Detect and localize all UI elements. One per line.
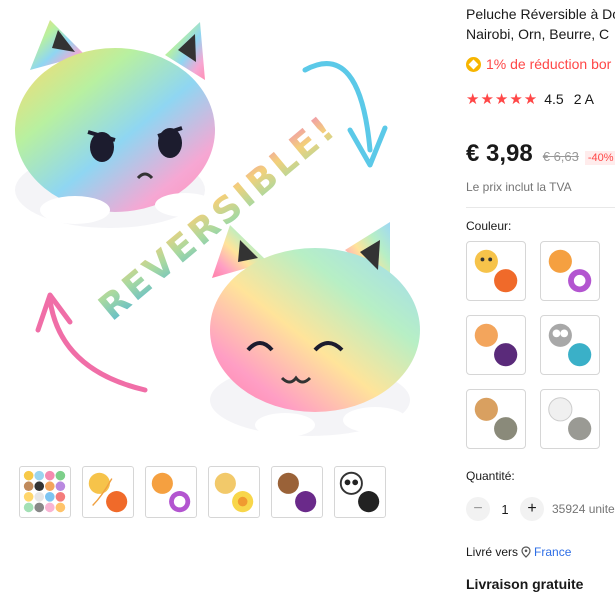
swatch-hedgehog-sloth[interactable] — [466, 389, 526, 449]
thumbnail-lion-duck[interactable] — [208, 466, 260, 518]
rating[interactable]: ★★★★★ 4.5 2 A — [466, 90, 594, 108]
swatch-lion-unicorn[interactable] — [540, 241, 600, 301]
quantity-stepper: − 1 + 35924 unite — [466, 497, 615, 521]
thumbnail-lion-unicorn[interactable] — [145, 466, 197, 518]
thumbnail-strip — [19, 466, 386, 518]
original-price: € 6,63 — [542, 149, 579, 164]
thumbnail-all-colors[interactable] — [19, 466, 71, 518]
free-delivery: Livraison gratuite — [466, 576, 584, 592]
rating-stars-icon: ★★★★★ — [466, 91, 539, 108]
main-product-image[interactable]: REVERSIBLE! — [0, 0, 450, 450]
product-title-line-1: Peluche Réversible à Do — [466, 6, 615, 22]
swatch-cat-wolf[interactable] — [466, 315, 526, 375]
decrease-quantity-button[interactable]: − — [466, 497, 490, 521]
product-title: Peluche Réversible à Do Nairobi, Orn, Be… — [466, 4, 615, 44]
discount-badge: -40% — [584, 151, 615, 165]
thumbnail-panda-black[interactable] — [334, 466, 386, 518]
product-title-line-2: Nairobi, Orn, Beurre, C — [466, 26, 610, 42]
happy-plush-icon — [210, 222, 420, 437]
promo-banner[interactable]: 1% de réduction bor — [466, 56, 611, 72]
color-label: Couleur: — [466, 219, 512, 233]
divider — [466, 207, 615, 208]
angry-plush-icon — [15, 20, 215, 228]
coin-icon — [466, 56, 481, 72]
tax-note: Le prix inclut la TVA — [466, 180, 572, 194]
product-gallery: REVERSIBLE! — [0, 0, 450, 530]
rating-extra: 2 A — [573, 91, 594, 107]
location-pin-icon — [521, 546, 531, 558]
swatch-owl-bird[interactable] — [540, 315, 600, 375]
swatch-tiger-fox[interactable] — [466, 241, 526, 301]
thumbnail-tiger-fox[interactable] — [82, 466, 134, 518]
rating-value: 4.5 — [544, 91, 564, 107]
current-price: € 3,98 — [466, 140, 533, 167]
promo-text: 1% de réduction bor — [486, 56, 612, 72]
swatch-ghost-rock[interactable] — [540, 389, 600, 449]
ship-to-label: Livré vers — [466, 545, 519, 559]
ship-to: Livré vers France — [466, 545, 571, 559]
thumbnail-bear-purple[interactable] — [271, 466, 323, 518]
quantity-value[interactable]: 1 — [490, 502, 520, 517]
increase-quantity-button[interactable]: + — [520, 497, 544, 521]
quantity-label: Quantité: — [466, 469, 515, 483]
stock-count: 35924 unite — [552, 502, 615, 516]
ship-to-country-link[interactable]: France — [534, 545, 571, 559]
price-row: € 3,98 € 6,63 -40% — [466, 140, 615, 168]
